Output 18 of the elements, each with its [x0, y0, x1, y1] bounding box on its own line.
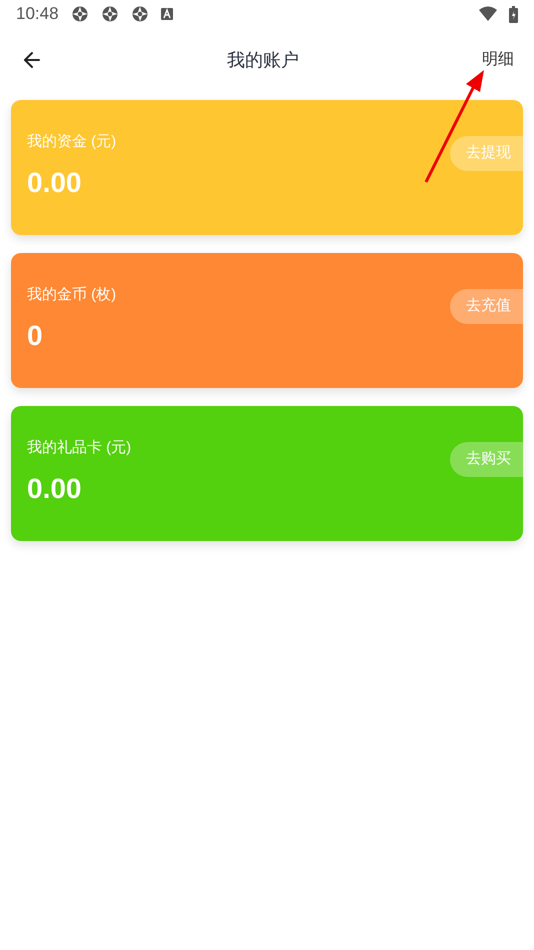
account-amount: 0.00	[27, 166, 82, 200]
account-label: 我的金币 (枚)	[27, 285, 116, 306]
battery-icon	[509, 6, 518, 22]
account-action-button[interactable]: 去提现	[450, 136, 523, 171]
aperture-icon	[70, 5, 89, 23]
account-amount: 0	[27, 318, 44, 353]
account-action-button[interactable]: 去充值	[450, 289, 523, 324]
status-time: 10:48	[16, 3, 59, 26]
wifi-icon	[479, 6, 497, 22]
aperture-icon	[100, 5, 119, 23]
account-label: 我的资金 (元)	[27, 132, 116, 152]
account-label: 我的礼品卡 (元)	[27, 438, 132, 458]
keyboard-icon	[160, 8, 173, 20]
account-action-button[interactable]: 去购买	[450, 442, 523, 477]
details-link[interactable]: 明细	[478, 48, 518, 72]
page-title: 我的账户	[227, 48, 299, 72]
aperture-icon	[130, 5, 149, 23]
account-amount: 0.00	[27, 472, 82, 506]
